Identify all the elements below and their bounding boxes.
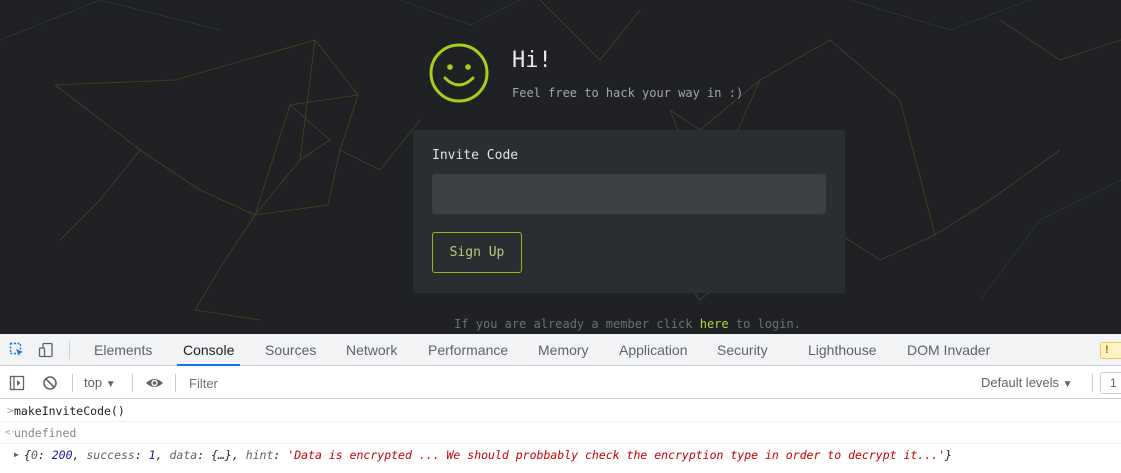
toolbar-divider [1092,374,1093,392]
login-link[interactable]: here [700,317,729,331]
console-command: makeInviteCode() [14,404,125,418]
sidebar-toggle-icon[interactable] [9,375,25,391]
console-return-line: <· undefined [0,422,1121,444]
key-success: success [86,448,135,462]
tab-sources[interactable]: Sources [265,334,316,366]
greeting-subtitle: Feel free to hack your way in :) [512,86,744,100]
tab-elements[interactable]: Elements [94,334,152,366]
inspect-element-icon[interactable] [9,342,25,358]
expand-triangle-icon[interactable]: ▶ [14,444,19,466]
console-toolbar: top ▼ Default levels ▼ 1 [0,367,1121,399]
context-select[interactable]: top ▼ [84,375,116,390]
toolbar-divider [72,374,73,392]
brace-close: } [945,448,952,462]
tab-console[interactable]: Console [176,334,241,366]
tab-security[interactable]: Security [717,334,768,366]
tab-performance[interactable]: Performance [428,334,508,366]
clear-console-icon[interactable] [42,375,58,391]
login-prefix-text: If you are already a member click [454,317,700,331]
console-input-line[interactable]: > makeInviteCode() [0,400,1121,422]
value-0: 200 [51,448,73,462]
chevron-down-icon: ▼ [1062,379,1073,390]
tab-lighthouse[interactable]: Lighthouse [808,334,877,366]
levels-label: Default levels [981,375,1060,390]
eye-icon[interactable] [145,375,164,391]
web-page: Hi! Feel free to hack your way in :) Inv… [0,0,1121,334]
key-hint: hint [245,448,274,462]
filter-input[interactable] [181,371,972,395]
login-suffix-text: to login. [728,317,801,331]
device-toolbar-icon[interactable] [38,342,54,358]
value-hint: 'Data is encrypted ... We should probbab… [287,448,946,462]
chevron-down-icon: ▼ [105,379,116,390]
default-levels-dropdown[interactable]: Default levels ▼ [981,375,1073,390]
tab-application[interactable]: Application [619,334,688,366]
console-return-value: undefined [14,426,77,440]
devtools-tab-bar: Elements Console Sources Network Perform… [0,334,1121,366]
context-value: top [84,375,103,390]
tab-memory[interactable]: Memory [538,334,589,366]
invite-form-card: Invite Code Sign Up [413,130,845,293]
invite-code-label: Invite Code [432,148,519,163]
tab-dom-invader[interactable]: DOM Invader [907,334,990,366]
issues-counter[interactable]: 1 [1100,372,1121,394]
key-0: 0 [30,448,38,462]
tab-bar-divider [69,341,70,359]
smiley-face-icon [429,43,489,103]
console-object-line[interactable]: ▶ {0: 200, success: 1, data: {…}, hint: … [0,444,1121,466]
tab-network[interactable]: Network [346,334,397,366]
input-prompt-icon: > [7,404,14,417]
devtools-panel: Elements Console Sources Network Perform… [0,334,1121,473]
toolbar-divider [132,374,133,392]
console-output: > makeInviteCode() <· undefined ▶ {0: 20… [0,400,1121,473]
value-success: 1 [148,448,156,462]
console-object-preview[interactable]: {0: 200, success: 1, data: {…}, hint: 'D… [24,444,952,466]
value-data: {…} [211,448,232,462]
brace-open: { [24,448,31,462]
greeting: Hi! Feel free to hack your way in :) [428,42,848,106]
greeting-title: Hi! [512,48,552,73]
login-prompt: If you are already a member click here t… [0,317,1121,331]
toolbar-divider [175,374,176,392]
invite-code-input[interactable] [432,174,826,214]
key-data: data [169,448,198,462]
sign-up-button[interactable]: Sign Up [432,232,522,273]
warning-badge[interactable]: ! [1100,342,1121,359]
